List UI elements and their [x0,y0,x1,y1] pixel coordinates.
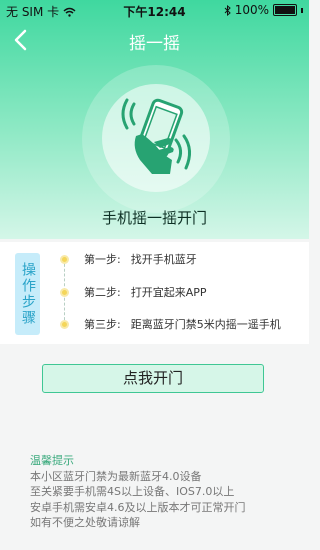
tips-line: 如有不便之处敬请谅解 [30,516,140,529]
step-dot-icon [60,319,69,329]
shake-label: 手机摇一摇开门 [101,209,207,227]
step-row: 第三步: 距离蓝牙门禁5米内摇一遥手机 [60,314,281,334]
battery-tip [301,7,303,13]
tips-line: 本小区蓝牙门禁为最新蓝牙4.0设备 [30,469,202,483]
header-area: 无 SIM 卡 下午12:44 100% 摇一摇 手机摇一摇开门 [0,0,309,239]
status-bar: 无 SIM 卡 下午12:44 100% [0,0,309,20]
battery-icon [273,4,297,16]
shake-phone-icon[interactable] [118,90,198,180]
step-row: 第二步: 打开宜起来APP [60,282,207,302]
step-row: 第一步: 找开手机蓝牙 [60,249,197,269]
step-label: 第二步: [84,286,121,299]
step-dot-icon [60,287,69,297]
page-title: 摇一摇 [129,34,180,54]
tips-section: 温馨提示 本小区蓝牙门禁为最新蓝牙4.0设备 至关紧要手机需4S以上设备、IOS… [30,453,290,531]
open-door-button[interactable]: 点我开门 [42,364,264,393]
tips-line: 至关紧要手机需4S以上设备、IOS7.0以上 [30,485,235,498]
step-label: 第一步: [84,253,121,266]
steps-panel: 操作步骤 第一步: 找开手机蓝牙 第二步: 打开宜起来APP 第三步: 距离蓝牙… [0,242,309,344]
step-text: 打开宜起来APP [130,286,207,299]
steps-tag: 操作步骤 [15,253,40,335]
tips-title: 温馨提示 [30,454,74,467]
tips-line: 安卓手机需安卓4.6及以上版本才可正常开门 [30,500,246,514]
bluetooth-icon [224,4,231,16]
nav-bar: 摇一摇 [0,22,309,58]
step-label: 第三步: [84,318,121,331]
step-text: 找开手机蓝牙 [130,253,197,266]
step-text: 距离蓝牙门禁5米内摇一遥手机 [130,318,281,331]
step-dot-icon [60,254,69,264]
battery-percent: 100% [234,3,269,17]
